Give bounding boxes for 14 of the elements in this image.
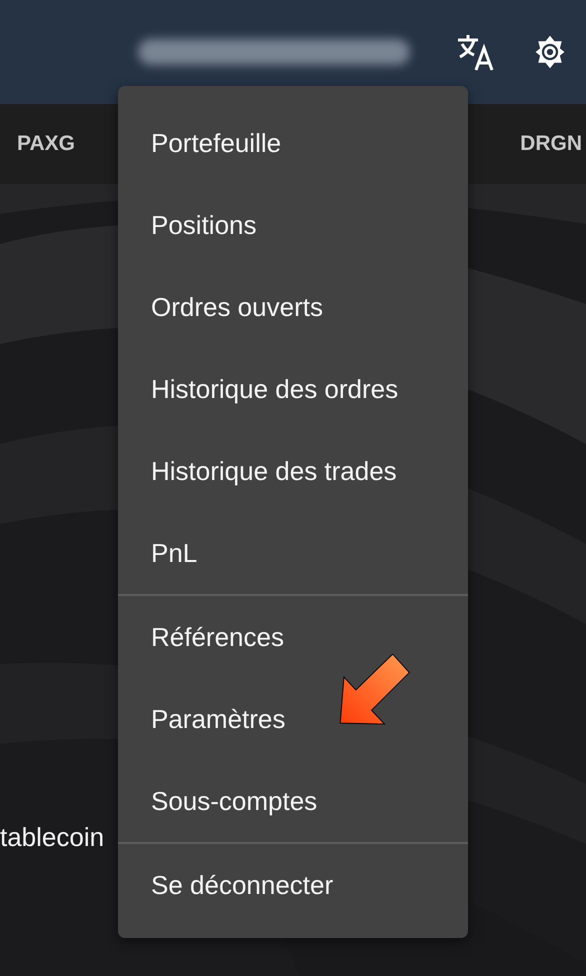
body-text: tablecoin	[0, 822, 104, 853]
menu-item[interactable]: Historique des trades	[118, 430, 468, 512]
menu-item[interactable]: Portefeuille	[118, 102, 468, 184]
menu-item[interactable]: Historique des ordres	[118, 348, 468, 430]
menu-item[interactable]: Références	[118, 596, 468, 678]
tab[interactable]: DRGN	[520, 132, 582, 156]
tab[interactable]: PAXG	[17, 132, 75, 156]
menu-item[interactable]: Ordres ouverts	[118, 266, 468, 348]
translate-icon[interactable]	[456, 32, 496, 72]
menu-item[interactable]: Sous-comptes	[118, 760, 468, 842]
menu-item[interactable]: PnL	[118, 512, 468, 594]
menu-item[interactable]: Paramètres	[118, 678, 468, 760]
menu-item[interactable]: Positions	[118, 184, 468, 266]
menu-item[interactable]: Se déconnecter	[118, 844, 468, 926]
